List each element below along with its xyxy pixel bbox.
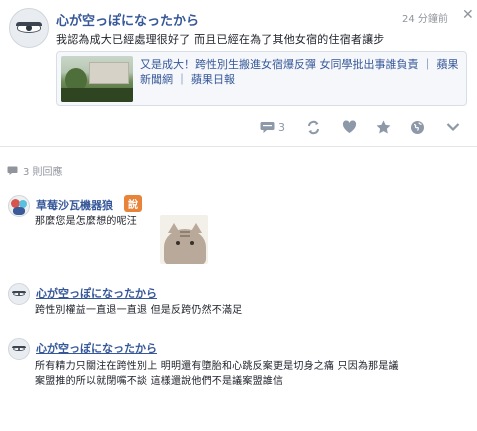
comment-icon <box>7 166 18 175</box>
comment-button[interactable]: 3 <box>260 118 285 136</box>
share-icon <box>308 120 319 134</box>
link-separator: ｜ <box>422 58 433 71</box>
close-icon[interactable]: ✕ <box>462 7 474 23</box>
commenter-avatar[interactable] <box>8 338 30 360</box>
reply-count-label: 3 則回應 <box>23 167 63 178</box>
privacy-button[interactable] <box>410 118 425 136</box>
link-preview-card[interactable]: 又是成大！跨性別生搬進女宿爆反彈 女同學批出事誰負責 ｜ 蘋果新聞網 ｜ 蘋果日… <box>56 51 467 106</box>
comment-text-line: 案盟推的所以就閉嘴不談 這樣還說他們不是議案盟誰信 <box>35 376 284 387</box>
post-timestamp: 24 分鐘前 <box>402 14 448 25</box>
link-title[interactable]: 又是成大！跨性別生搬進女宿爆反彈 女同學批出事誰負責 ｜ 蘋果新聞網 ｜ 蘋果日… <box>140 57 462 87</box>
heart-icon <box>342 120 357 133</box>
comment-text-line: 所有精力只關注在跨性別上 明明還有墮胎和心跳反案更是切身之痛 只因為那是議 <box>35 361 399 372</box>
cat-sticker-image <box>160 215 208 264</box>
star-icon <box>376 120 391 134</box>
share-button[interactable] <box>306 118 321 136</box>
commenter-avatar[interactable] <box>8 195 30 217</box>
post-author-name[interactable]: 心が空っぽになったから <box>56 10 199 29</box>
reply-count[interactable]: 3 則回應 <box>7 163 63 178</box>
divider <box>0 146 477 147</box>
more-options-button[interactable] <box>446 118 460 136</box>
author-avatar[interactable] <box>9 8 49 48</box>
badge: 說 <box>124 195 142 212</box>
comment-icon <box>260 121 275 133</box>
favorite-button[interactable] <box>376 118 391 136</box>
like-button[interactable] <box>342 118 357 136</box>
link-headline[interactable]: 又是成大！跨性別生搬進女宿爆反彈 女同學批出事誰負責 <box>140 58 419 71</box>
commenter-avatar[interactable] <box>8 283 30 305</box>
post-body-text: 我認為成大已經處理很好了 而且已經在為了其他女宿的住宿者讓步 <box>56 33 385 46</box>
post-card: 心が空っぽになったから 24 分鐘前 ✕ 我認為成大已經處理很好了 而且已經在為… <box>0 0 477 146</box>
globe-icon <box>411 120 424 134</box>
comment-text: 那麼您是怎麼想的呢汪 <box>35 216 137 227</box>
link-separator: ｜ <box>176 73 188 86</box>
link-thumbnail[interactable] <box>61 56 133 102</box>
post-action-bar: 3 <box>260 118 470 136</box>
link-source-2[interactable]: 蘋果日報 <box>191 73 235 86</box>
comment-author-name[interactable]: 草莓沙瓦機器狼 <box>36 197 113 213</box>
comment-text: 跨性別權益一直退一直退 但是反跨仍然不滿足 <box>35 305 243 316</box>
comment-author-name[interactable]: 心が空っぽになったから <box>36 340 157 356</box>
comment-count: 3 <box>278 120 285 134</box>
comment-author-name[interactable]: 心が空っぽになったから <box>36 285 157 301</box>
chevron-down-icon <box>446 123 460 132</box>
